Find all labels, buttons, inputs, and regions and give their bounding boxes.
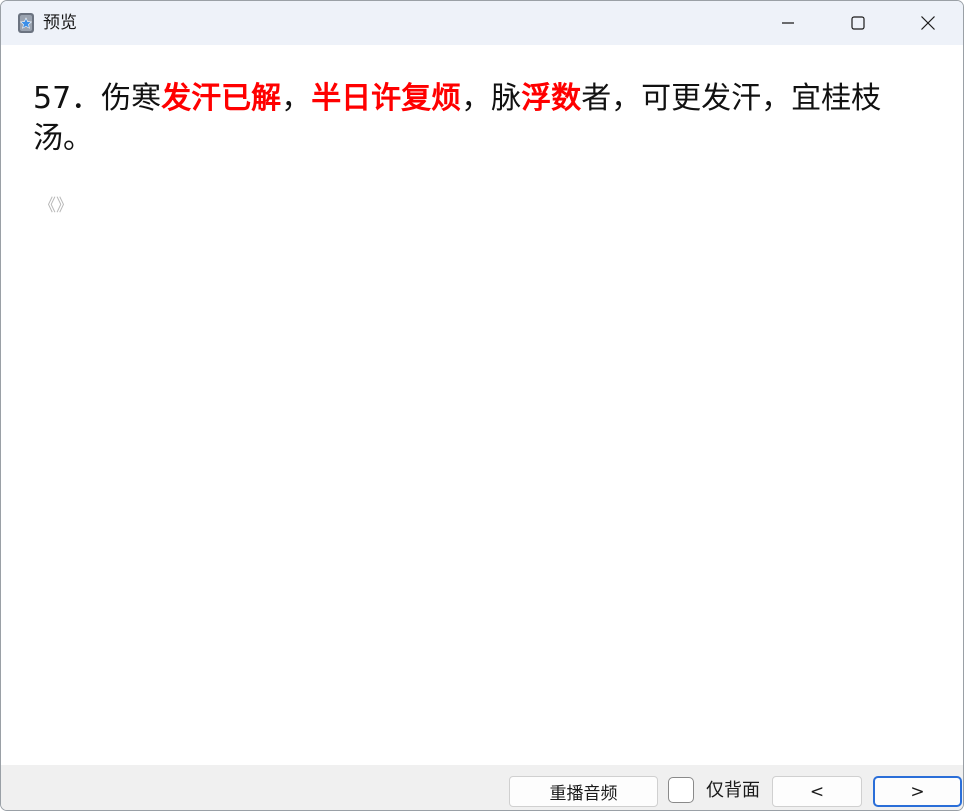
text-segment: ， xyxy=(281,81,312,116)
maximize-icon xyxy=(851,16,865,30)
preview-window: 预览 57．伤寒发汗已解，半日许复烦，脉浮数者，可更发汗，宜桂枝汤。 《》 重播… xyxy=(0,0,964,811)
highlighted-keyword: 半日许复烦 xyxy=(311,81,462,116)
card-question-text: 57．伤寒发汗已解，半日许复烦，脉浮数者，可更发汗，宜桂枝汤。 xyxy=(33,79,893,159)
card-preview-area: 57．伤寒发汗已解，半日许复烦，脉浮数者，可更发汗，宜桂枝汤。 《》 xyxy=(1,45,963,765)
window-title: 预览 xyxy=(43,13,77,33)
next-card-button[interactable]: > xyxy=(873,776,962,807)
back-only-checkbox[interactable] xyxy=(668,777,694,803)
text-segment: 57．伤寒 xyxy=(33,81,162,116)
minimize-button[interactable] xyxy=(753,1,823,45)
back-only-label[interactable]: 仅背面 xyxy=(706,780,760,802)
anki-star-icon xyxy=(18,13,34,33)
close-button[interactable] xyxy=(893,1,963,45)
close-icon xyxy=(921,16,935,30)
replay-audio-button[interactable]: 重播音频 xyxy=(509,776,658,807)
highlighted-keyword: 发汗已解 xyxy=(161,81,282,116)
maximize-button[interactable] xyxy=(823,1,893,45)
text-segment: ，脉 xyxy=(461,81,522,116)
title-bar[interactable]: 预览 xyxy=(1,1,963,45)
highlighted-keyword: 浮数 xyxy=(521,81,582,116)
bottom-toolbar: 重播音频 < > xyxy=(1,765,963,810)
source-book-mark: 《》 xyxy=(39,196,73,216)
previous-card-button[interactable]: < xyxy=(772,776,862,807)
minimize-icon xyxy=(782,22,794,24)
